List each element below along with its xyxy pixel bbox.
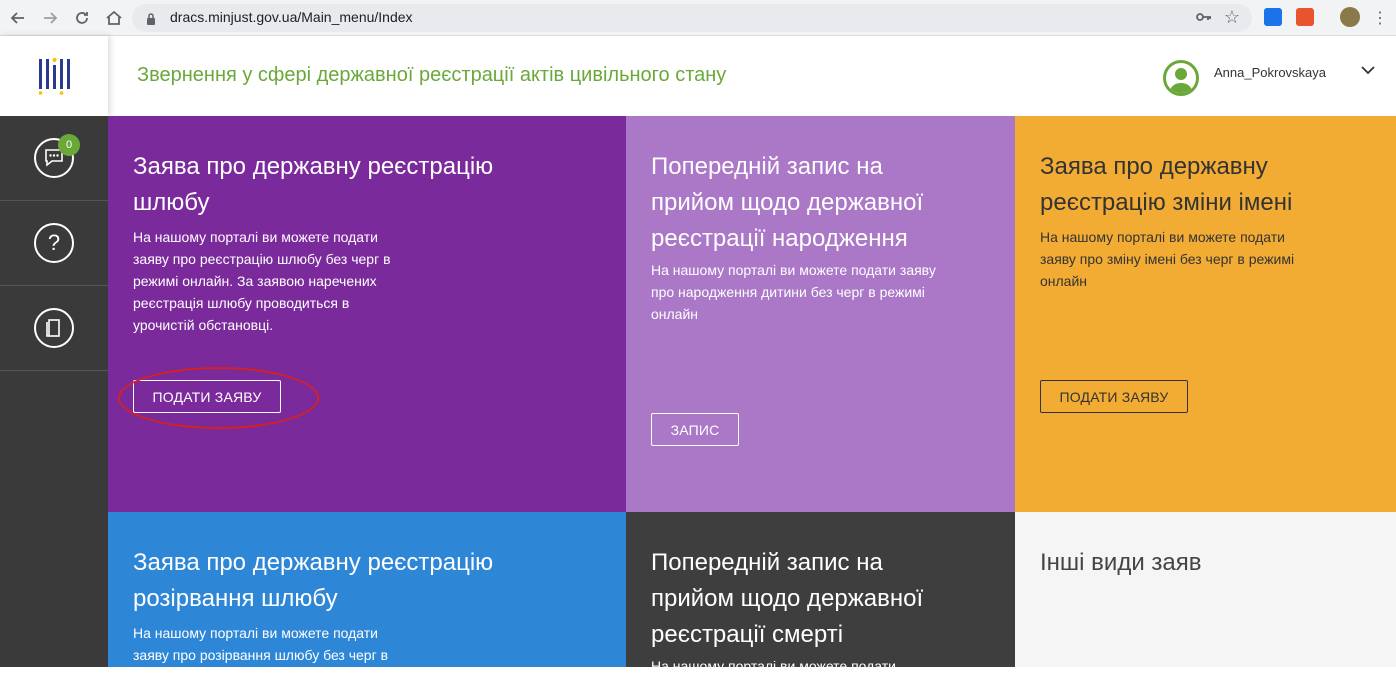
tile-description: На нашому порталі ви можете подати заяву… [133, 229, 391, 333]
tile-other-applications[interactable]: Інші види заяв [1015, 512, 1396, 667]
site-header: Звернення у сфері державної реєстрації а… [0, 36, 1396, 116]
tile-description: На нашому порталі ви можете подати заяву… [1040, 229, 1295, 289]
lock-icon [146, 12, 156, 30]
submit-application-button[interactable]: ПОДАТИ ЗАЯВУ [133, 380, 281, 413]
profile-avatar[interactable] [1340, 7, 1360, 27]
tile-title: Інші види заяв [1040, 549, 1202, 576]
address-bar[interactable]: dracs.minjust.gov.ua/Main_menu/Index ☆ [132, 4, 1252, 32]
tile-title: Заява про державну реєстрацію шлюбу [133, 153, 494, 216]
help-icon: ? [34, 223, 74, 263]
user-avatar-icon[interactable] [1163, 60, 1199, 96]
site-logo[interactable] [0, 36, 108, 116]
messages-count-badge: 0 [58, 134, 80, 156]
forward-arrow-icon[interactable] [38, 6, 62, 30]
menu-dots-icon[interactable]: ⋮ [1368, 6, 1392, 30]
tile-birth-appointment[interactable]: Попередній запис на прийом щодо державно… [626, 116, 1015, 512]
key-icon[interactable] [1196, 10, 1212, 27]
tile-title: Заява про державну реєстрацію зміни імен… [1040, 153, 1293, 216]
chevron-down-icon[interactable] [1360, 63, 1376, 81]
appointment-button[interactable]: ЗАПИС [651, 413, 739, 446]
tile-description: На нашому порталі ви можете подати заяву… [651, 262, 936, 322]
browser-toolbar: dracs.minjust.gov.ua/Main_menu/Index ☆ ⋮ [0, 0, 1396, 36]
sidebar-item-help[interactable]: ? [0, 201, 108, 286]
tile-description: На нашому порталі ви можете подати заяву… [133, 625, 389, 663]
tile-divorce-registration[interactable]: Заява про державну реєстрацію розірвання… [108, 512, 626, 667]
home-icon[interactable] [102, 6, 126, 30]
tile-title: Попередній запис на прийом щодо державно… [651, 153, 924, 252]
tile-marriage-registration[interactable]: Заява про державну реєстрацію шлюбу На н… [108, 116, 626, 512]
document-icon [34, 308, 74, 348]
sidebar-item-documents[interactable] [0, 286, 108, 371]
tile-death-appointment[interactable]: Попередній запис на прийом щодо державно… [626, 512, 1015, 674]
submit-application-button[interactable]: ПОДАТИ ЗАЯВУ [1040, 380, 1188, 413]
reload-icon[interactable] [70, 6, 94, 30]
back-arrow-icon[interactable] [6, 6, 30, 30]
tile-title: Попередній запис на прийом щодо державно… [651, 549, 924, 648]
extension-chart-icon[interactable] [1296, 8, 1314, 26]
tile-title: Заява про державну реєстрацію розірвання… [133, 549, 494, 612]
tile-description: На нашому порталі ви можете подати [651, 658, 897, 674]
sidebar-item-messages[interactable]: 0 [0, 116, 108, 201]
bookmark-star-icon[interactable]: ☆ [1224, 7, 1240, 28]
extension-shield-icon[interactable] [1264, 8, 1282, 26]
url-text: dracs.minjust.gov.ua/Main_menu/Index [170, 9, 413, 25]
page-title: Звернення у сфері державної реєстрації а… [137, 64, 727, 86]
tile-name-change[interactable]: Заява про державну реєстрацію зміни імен… [1015, 116, 1396, 512]
sidebar: 0 ? [0, 116, 108, 667]
user-name[interactable]: Anna_Pokrovskaya [1214, 65, 1326, 80]
